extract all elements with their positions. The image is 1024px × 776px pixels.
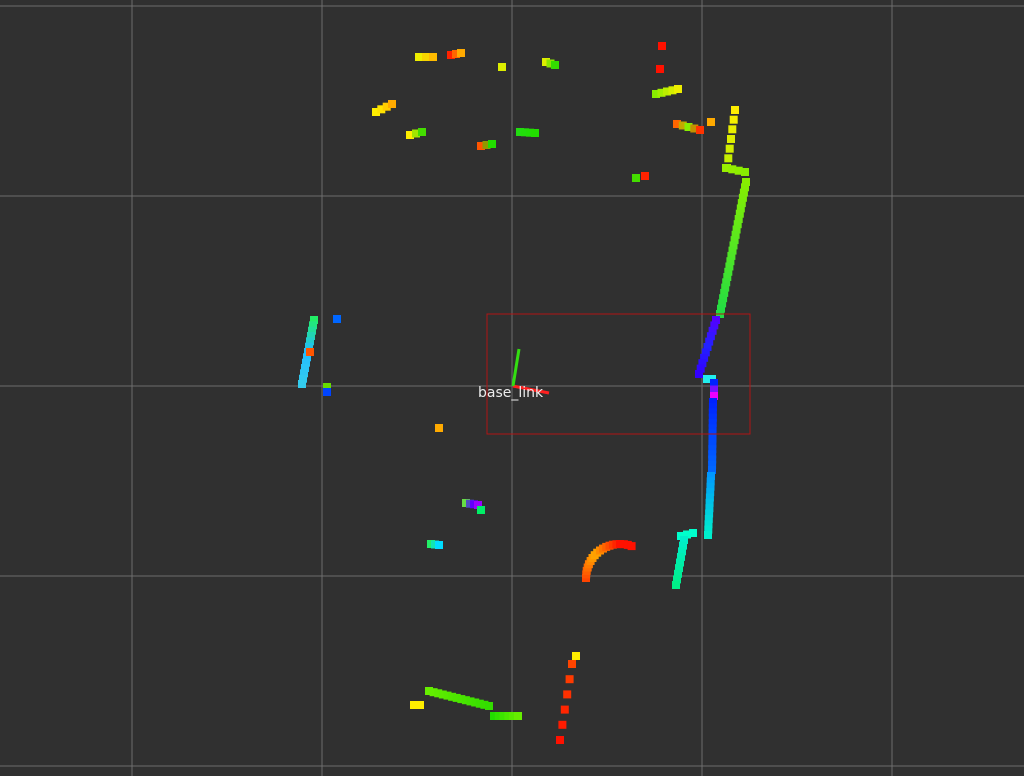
- base-link-y-axis: [511, 348, 521, 387]
- frame-overlay: [486, 313, 751, 435]
- base-link-x-axis: [512, 384, 550, 395]
- rviz-3d-viewport[interactable]: base_link: [0, 0, 1024, 776]
- robot-footprint-bbox: [486, 313, 751, 435]
